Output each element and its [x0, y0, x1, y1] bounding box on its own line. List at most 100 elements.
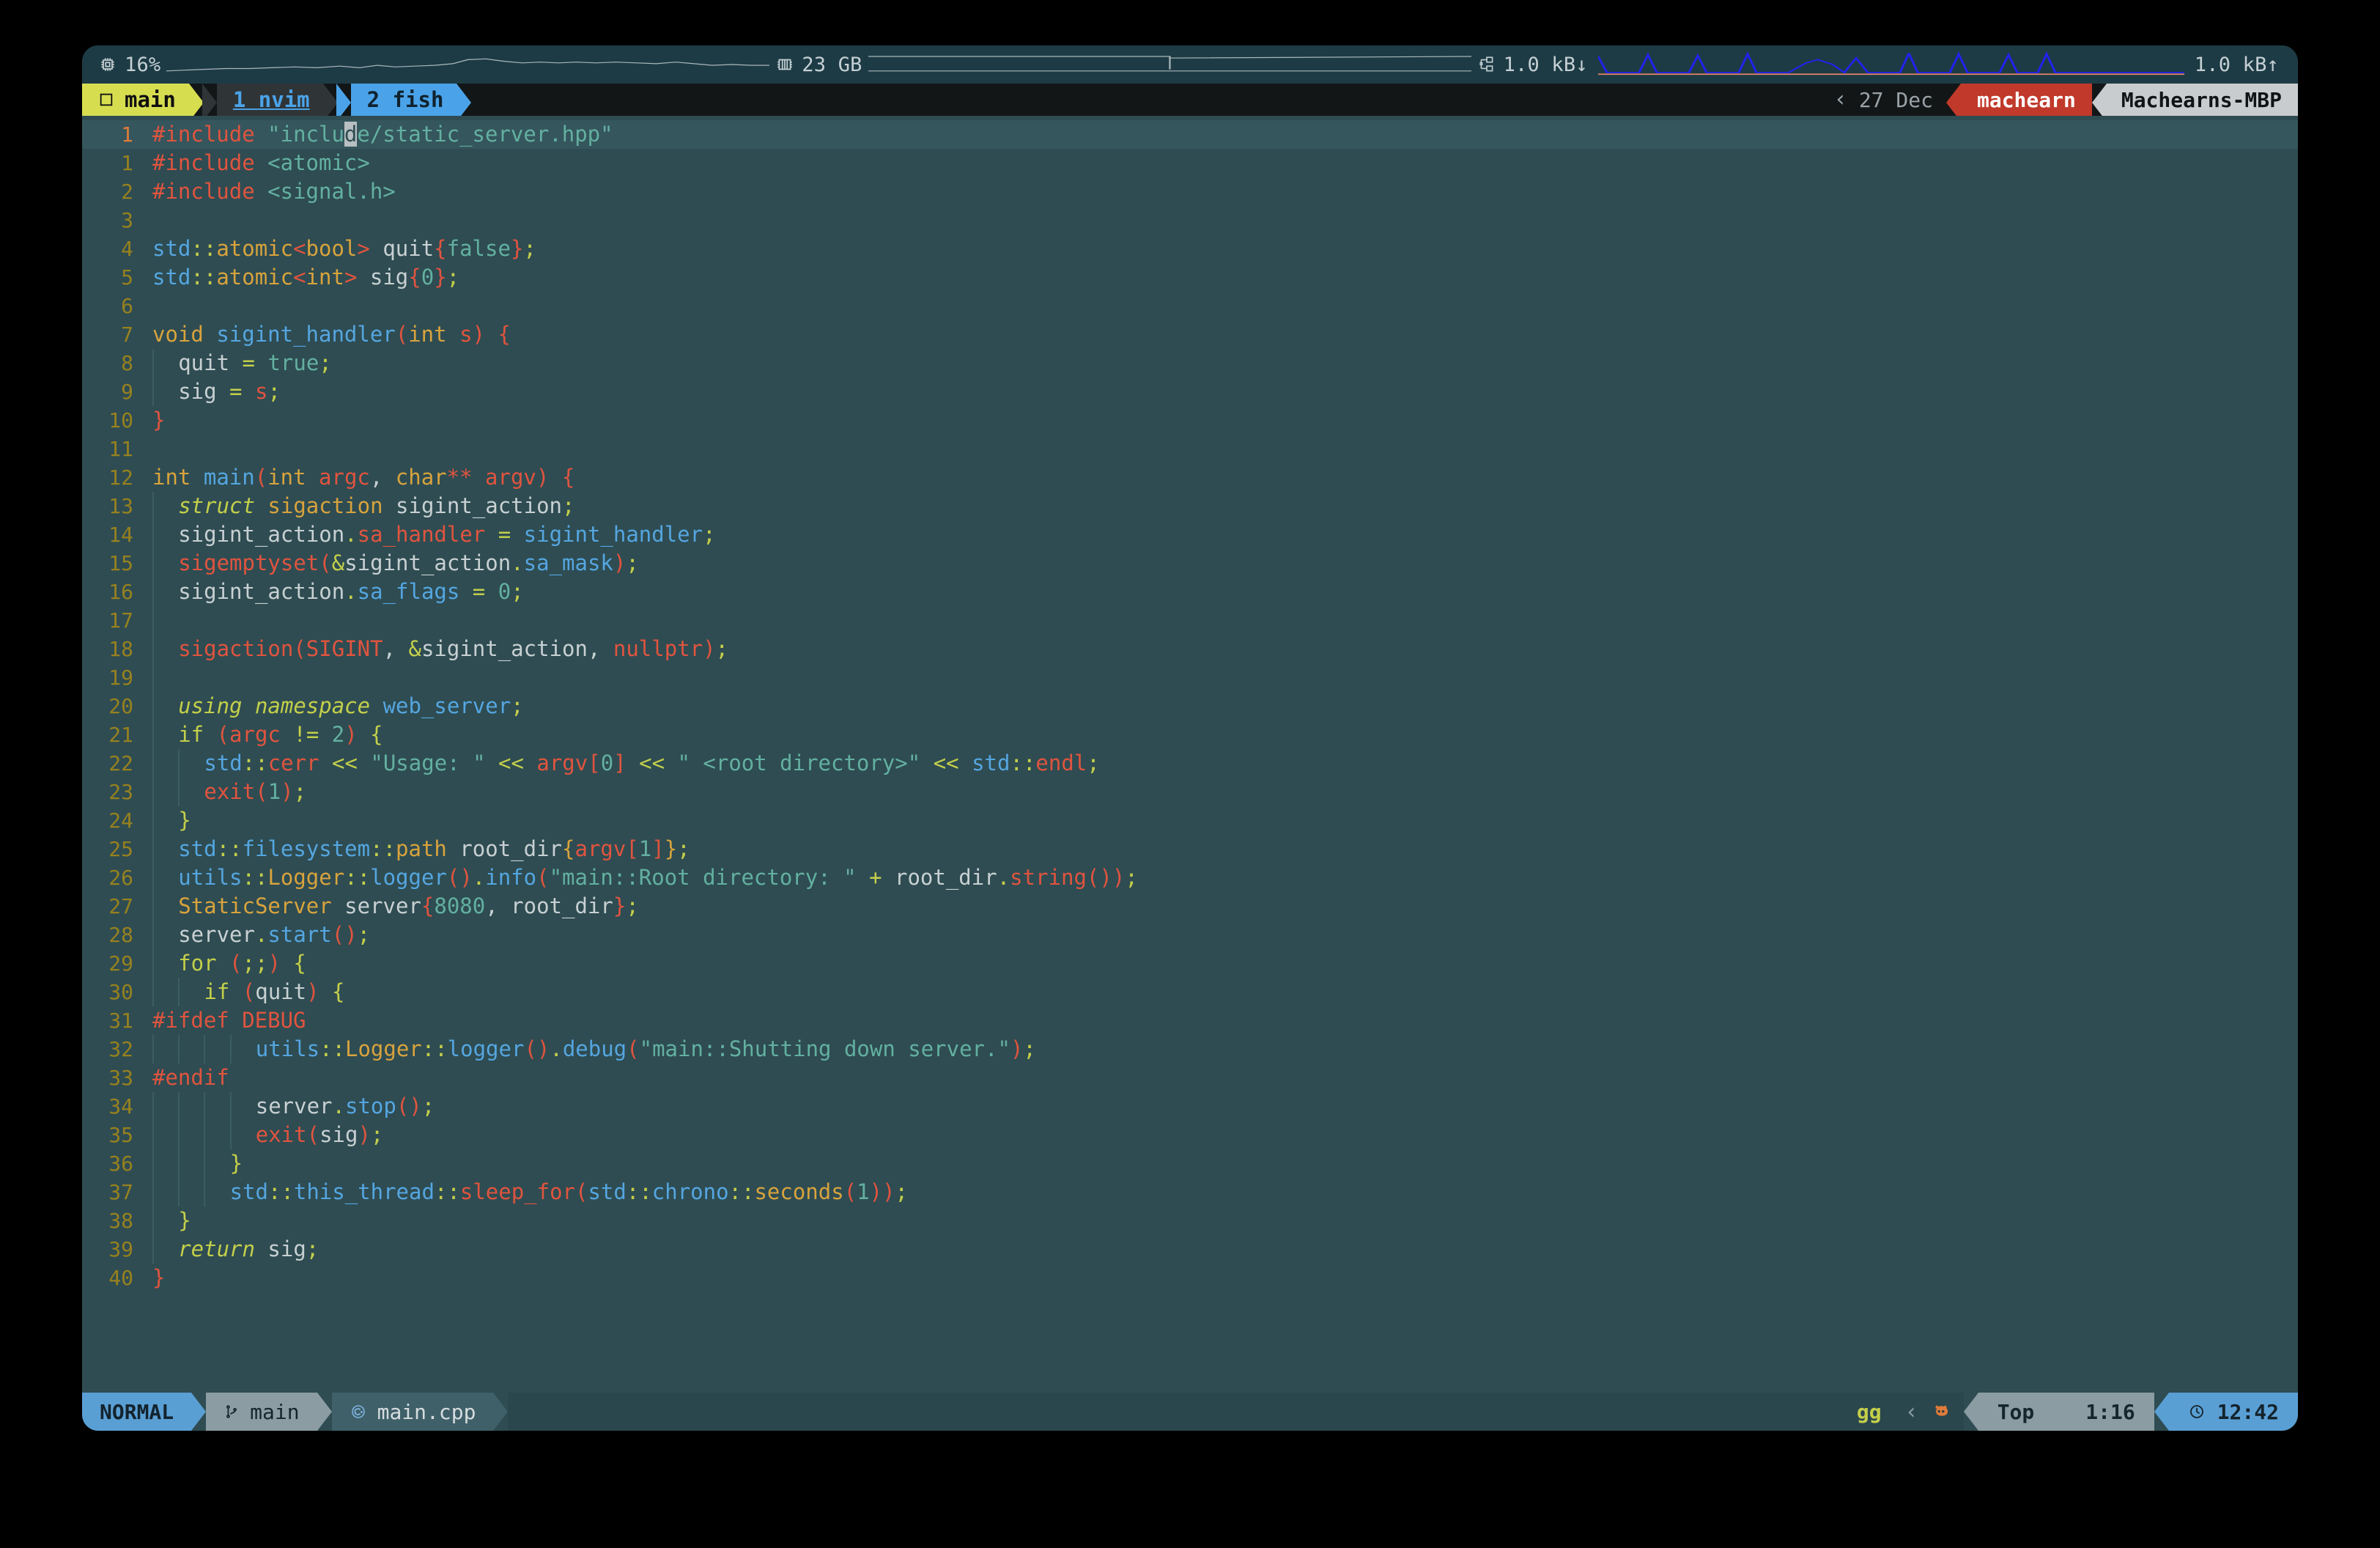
code-line-text: #include <signal.h>	[152, 177, 2298, 206]
code-line[interactable]: 40}	[82, 1264, 2298, 1292]
code-token: }	[178, 1208, 191, 1233]
code-line[interactable]: 6	[82, 292, 2298, 320]
git-branch[interactable]: main	[206, 1393, 317, 1431]
code-line[interactable]: 38}	[82, 1206, 2298, 1235]
indent-guide	[152, 1092, 178, 1121]
code-line[interactable]: 8 quit = true;	[82, 349, 2298, 377]
code-line[interactable]: 5 std::atomic<int> sig{0};	[82, 263, 2298, 292]
code-line[interactable]: 36}	[82, 1149, 2298, 1178]
line-number: 14	[108, 523, 133, 547]
code-token: argc	[229, 722, 281, 747]
code-token: std	[178, 836, 217, 861]
tmux-window-1[interactable]: 1 nvim	[216, 84, 323, 116]
line-number: 15	[108, 551, 133, 575]
code-token: ;	[511, 579, 524, 604]
code-line-text: sigaction(SIGINT, &sigint_action, nullpt…	[152, 635, 2298, 663]
code-token: nullptr	[613, 636, 703, 661]
code-token: <	[293, 265, 306, 290]
git-status[interactable]: ‹	[1891, 1393, 1964, 1431]
code-line[interactable]: 2 #include <signal.h>	[82, 177, 2298, 206]
code-token: start	[267, 922, 332, 947]
line-number: 10	[108, 408, 133, 432]
code-token: )	[472, 322, 485, 347]
code-line[interactable]: 28 server.start();	[82, 921, 2298, 949]
code-line[interactable]: 18 sigaction(SIGINT, &sigint_action, null…	[82, 635, 2298, 663]
code-line[interactable]: 19	[82, 663, 2298, 692]
code-token: <<	[933, 751, 959, 775]
code-token: {	[498, 322, 511, 347]
indent-guide	[204, 1149, 229, 1178]
line-number: 25	[108, 837, 133, 861]
code-line[interactable]: 11	[82, 435, 2298, 463]
code-line[interactable]: 30 if (quit) {	[82, 978, 2298, 1006]
line-number: 26	[108, 866, 133, 890]
buffer-position: Top 1:16	[1978, 1393, 2154, 1431]
code-line[interactable]: 23 exit(1);	[82, 778, 2298, 806]
code-buffer[interactable]: 1 #include "include/static_server.hpp" 1 #i…	[82, 116, 2298, 1292]
code-token: (	[306, 1122, 320, 1147]
code-token: "main::Root directory: "	[549, 865, 857, 890]
cpu-chip-icon	[98, 55, 117, 74]
code-token: sigaction	[178, 636, 294, 661]
tmux-window-2[interactable]: 2 fish	[350, 84, 457, 116]
indent-guide	[152, 635, 178, 663]
code-line[interactable]: 1 #include <atomic>	[82, 149, 2298, 177]
code-token: 0	[421, 265, 435, 290]
code-token: ;	[446, 265, 460, 290]
code-line[interactable]: 24}	[82, 806, 2298, 835]
code-line[interactable]: 13 struct sigaction sigint_action;	[82, 492, 2298, 520]
code-line[interactable]: 1 #include "include/static_server.hpp"	[82, 120, 2298, 149]
code-token: #ifdef DEBUG	[152, 1008, 306, 1033]
line-number: 12	[108, 465, 133, 490]
code-token: StaticServer	[178, 893, 332, 918]
code-token: .	[332, 1094, 345, 1118]
code-line[interactable]: 9 sig = s;	[82, 377, 2298, 406]
code-line[interactable]: 16 sigint_action.sa_flags = 0;	[82, 578, 2298, 606]
code-token: sigint_action	[178, 579, 345, 604]
code-line[interactable]: 12 int main(int argc, char** argv) {	[82, 463, 2298, 492]
code-line[interactable]: 39 return sig;	[82, 1235, 2298, 1264]
code-line[interactable]: 37 std::this_thread::sleep_for(std::chron…	[82, 1178, 2298, 1206]
code-line-text: quit = true;	[152, 349, 2298, 377]
code-line-text: }	[152, 1206, 2298, 1235]
tmux-session-name[interactable]: main	[82, 84, 189, 116]
code-line[interactable]: 27 StaticServer server{8080, root_dir};	[82, 892, 2298, 921]
code-line[interactable]: 14 sigint_action.sa_handler = sigint_hand…	[82, 520, 2298, 549]
cpu-sparkline	[166, 48, 770, 81]
code-line[interactable]: 20 using namespace web_server;	[82, 692, 2298, 720]
code-token: }	[152, 1265, 166, 1290]
code-token: utils	[178, 865, 243, 890]
code-line[interactable]: 31 #ifdef DEBUG	[82, 1006, 2298, 1035]
code-line[interactable]: 7 void sigint_handler(int s) {	[82, 320, 2298, 349]
current-file[interactable]: main.cpp	[331, 1393, 494, 1431]
code-line[interactable]: 17	[82, 606, 2298, 635]
neovim-editor[interactable]: 1 #include "include/static_server.hpp" 1 #i…	[82, 116, 2298, 1393]
code-token: quit	[369, 236, 435, 261]
code-line[interactable]: 15 sigemptyset(&sigint_action.sa_mask);	[82, 549, 2298, 578]
code-line[interactable]: 25 std::filesystem::path root_dir{argv[1]…	[82, 835, 2298, 863]
code-token: >	[344, 265, 358, 290]
code-line[interactable]: 22 std::cerr << "Usage: " << argv[0] << "…	[82, 749, 2298, 778]
code-line[interactable]: 26 utils::Logger::logger().info("main::Ro…	[82, 863, 2298, 892]
code-line-text: sigint_action.sa_handler = sigint_handle…	[152, 520, 2298, 549]
code-token: sig	[178, 379, 217, 404]
code-line[interactable]: 32 utils::Logger::logger().debug("main::S…	[82, 1035, 2298, 1064]
code-line[interactable]: 35 exit(sig);	[82, 1121, 2298, 1149]
code-token: ;	[306, 1236, 319, 1261]
code-line-text: #include "include/static_server.hpp"	[152, 120, 2298, 149]
indent-guide	[152, 1121, 178, 1149]
code-line[interactable]: 4 std::atomic<bool> quit{false};	[82, 235, 2298, 263]
code-line[interactable]: 33 #endif	[82, 1064, 2298, 1092]
code-line[interactable]: 29 for (;;) {	[82, 949, 2298, 978]
code-line[interactable]: 10}	[82, 406, 2298, 435]
code-line-text: if (quit) {	[152, 978, 2298, 1006]
code-line[interactable]: 34 server.stop();	[82, 1092, 2298, 1121]
code-line[interactable]: 21 if (argc != 2) {	[82, 720, 2298, 749]
clock-icon	[2188, 1403, 2206, 1420]
code-line[interactable]: 3	[82, 206, 2298, 235]
pending-keys-label: gg	[1856, 1399, 1882, 1424]
